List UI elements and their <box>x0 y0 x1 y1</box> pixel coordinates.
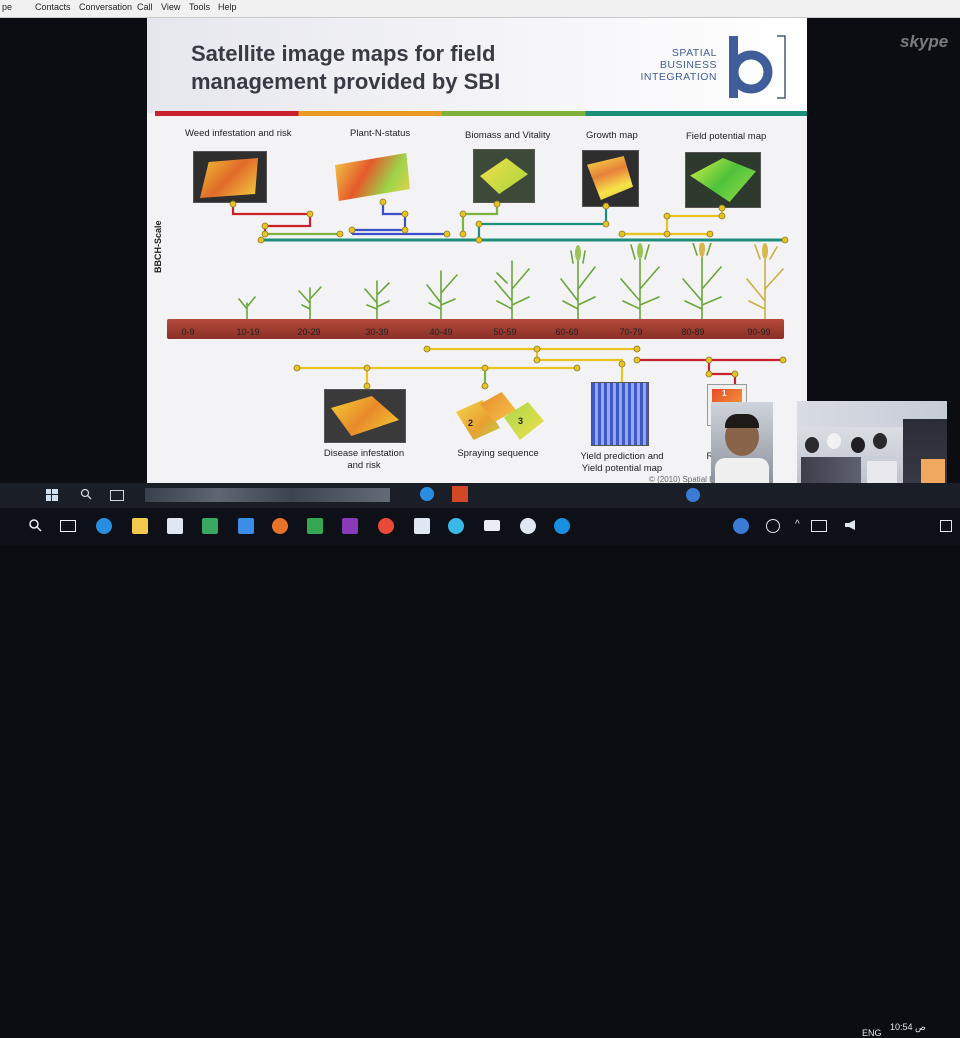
dropbox-icon[interactable] <box>167 518 183 534</box>
yield-map-image <box>591 382 649 446</box>
presenter-video <box>711 402 773 484</box>
tray-chevron-icon[interactable]: ^ <box>795 519 800 530</box>
bbch-stage: 90-99 <box>747 327 771 337</box>
remote-taskbar <box>0 483 960 508</box>
skype-menubar: pe Contacts Conversation Call View Tools… <box>0 0 960 18</box>
edge-icon[interactable] <box>96 518 112 534</box>
search-icon[interactable] <box>28 518 42 532</box>
people-icon[interactable] <box>766 519 780 533</box>
task-view-icon[interactable] <box>60 520 76 532</box>
bbch-stage: 50-59 <box>493 327 517 337</box>
file-explorer-icon[interactable] <box>132 518 148 534</box>
map-label-disease: Disease infestation and risk <box>317 448 411 472</box>
mail-icon[interactable] <box>484 520 500 531</box>
bbch-stage: 40-49 <box>429 327 453 337</box>
windows-taskbar: ^ ENG 10:54 ص <box>0 508 960 1038</box>
notification-icon[interactable] <box>940 520 952 532</box>
app-icon[interactable] <box>414 518 430 534</box>
app-icon[interactable] <box>520 518 536 534</box>
disease-map-image <box>324 389 406 443</box>
menu-item-view[interactable]: View <box>161 2 180 12</box>
menu-item-call[interactable]: Call <box>137 2 153 12</box>
map-label-yield-line2: Yield potential map <box>581 463 663 474</box>
menu-item-help[interactable]: Help <box>218 2 237 12</box>
bbch-stage: 70-79 <box>619 327 643 337</box>
remote-powerpoint-icon[interactable] <box>452 486 468 502</box>
spray-step-2: 2 <box>468 418 474 428</box>
clock[interactable]: 10:54 ص <box>890 1022 926 1033</box>
menu-item-file[interactable]: pe <box>2 2 12 12</box>
bbch-stage: 20-29 <box>297 327 321 337</box>
partial-map-number: 1 <box>722 389 727 398</box>
remote-skype-icon[interactable] <box>420 487 434 501</box>
bbch-scale-label: BBCH-Scale <box>153 220 163 273</box>
plant-growth-illustration <box>238 243 784 320</box>
map-label-yield: Yield prediction and Yield potential map <box>567 451 677 475</box>
dreamweaver-icon[interactable] <box>307 518 323 534</box>
map-label-disease-line1: Disease infestation <box>323 448 405 459</box>
firefox-icon[interactable] <box>272 518 288 534</box>
map-label-spraying: Spraying sequence <box>457 448 539 459</box>
spray-step-3: 3 <box>518 416 524 426</box>
input-language[interactable]: ENG <box>862 1028 882 1038</box>
menu-item-conversation[interactable]: Conversation <box>79 2 132 12</box>
remote-search-icon[interactable] <box>80 488 92 500</box>
menu-item-contacts[interactable]: Contacts <box>35 2 71 12</box>
app-icon[interactable] <box>202 518 218 534</box>
remote-help-icon[interactable] <box>686 488 700 502</box>
bbch-stage: 30-39 <box>365 327 389 337</box>
remote-task-view-icon[interactable] <box>110 490 124 501</box>
menu-item-tools[interactable]: Tools <box>189 2 210 12</box>
spraying-map-image: 2 3 <box>452 392 547 444</box>
tray-icon[interactable] <box>733 518 749 534</box>
bbch-stage: 10-19 <box>236 327 260 337</box>
remote-taskbar-apps <box>145 488 390 502</box>
tray-network-icon[interactable] <box>811 520 827 532</box>
chrome-icon[interactable] <box>378 518 394 534</box>
bbch-stage: 0-9 <box>181 327 195 337</box>
skype-watermark: skype <box>900 32 949 51</box>
app-icon[interactable] <box>238 518 254 534</box>
map-label-disease-line2: and risk <box>347 460 381 471</box>
app-icon[interactable] <box>342 518 358 534</box>
tray-volume-icon[interactable] <box>845 520 855 530</box>
bbch-stage: 60-69 <box>555 327 579 337</box>
remote-windows-icon[interactable] <box>46 489 58 501</box>
bbch-stage: 80-89 <box>681 327 705 337</box>
map-label-yield-line1: Yield prediction and <box>580 451 664 462</box>
shared-slide: Satellite image maps for field managemen… <box>147 18 807 484</box>
skype-icon[interactable] <box>554 518 570 534</box>
contacts-icon[interactable] <box>448 518 464 534</box>
